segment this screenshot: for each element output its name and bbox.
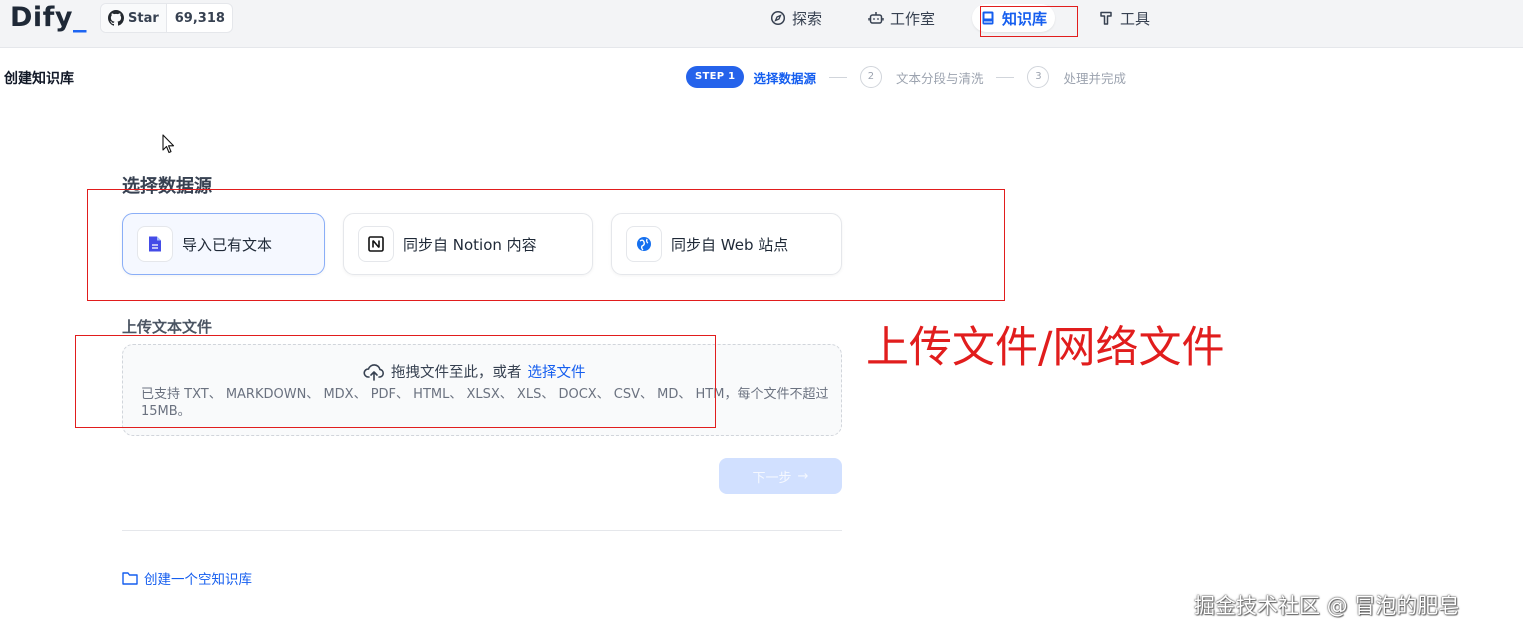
step-1-label: 选择数据源 (753, 70, 816, 86)
nav-tools[interactable]: 工具 (1090, 4, 1158, 32)
folder-icon (122, 572, 138, 585)
arrow-right-icon: → (797, 468, 809, 484)
robot-icon (868, 12, 884, 24)
divider (122, 530, 842, 531)
star-label: Star (128, 10, 159, 26)
dify-logo[interactable]: Dify_ (10, 2, 87, 33)
annotation-box-upload (75, 335, 716, 428)
watermark: 掘金技术社区 @ 冒泡的肥皂 (1194, 594, 1460, 618)
github-icon (108, 10, 124, 26)
step-3-label: 处理并完成 (1063, 70, 1126, 86)
next-step-label: 下一步 (752, 470, 792, 486)
star-count: 69,318 (174, 10, 225, 26)
nav-studio[interactable]: 工作室 (860, 4, 943, 32)
step-2-number: 2 (859, 66, 882, 88)
upload-section-title: 上传文本文件 (122, 318, 213, 336)
step-3-number: 3 (1027, 66, 1050, 88)
top-navigation-bar: Dify_ Star 69,318 探索 工作室 知识库 工具 (0, 0, 1523, 48)
create-empty-knowledge-link[interactable]: 创建一个空知识库 (122, 568, 252, 588)
hammer-icon (1100, 11, 1112, 25)
mouse-cursor-icon (162, 134, 175, 154)
github-star-button[interactable]: Star 69,318 (100, 3, 233, 33)
nav-explore[interactable]: 探索 (762, 4, 830, 32)
step-indicator: STEP 1 选择数据源 2 文本分段与清洗 3 处理并完成 (686, 66, 1126, 88)
step-separator (996, 76, 1015, 78)
step-separator (828, 76, 847, 78)
step-2-label: 文本分段与清洗 (895, 70, 984, 86)
annotation-box-knowledge-nav (980, 6, 1078, 37)
annotation-text: 上传文件/网络文件 (866, 323, 1225, 373)
compass-icon (770, 10, 786, 26)
step-1-badge: STEP 1 (686, 66, 745, 88)
annotation-box-data-source (87, 189, 1005, 301)
next-step-button[interactable]: 下一步 → (719, 458, 842, 494)
page-title: 创建知识库 (4, 71, 74, 87)
